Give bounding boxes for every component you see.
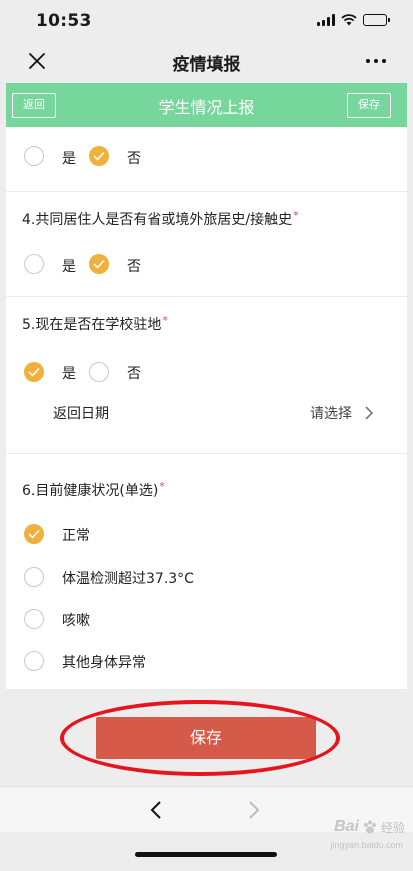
q4-title-text: 4.共同居住人是否有省或境外旅居史/接触史	[22, 212, 293, 228]
watermark: Bai 经验	[334, 818, 405, 836]
header-save-button[interactable]: 保存	[347, 93, 391, 118]
q5-option-no-label: 否	[127, 366, 141, 382]
watermark-url: jingyan.baidu.com	[330, 840, 403, 850]
q4-option-yes-label: 是	[62, 259, 76, 275]
check-icon	[28, 529, 40, 539]
cellular-signal-icon	[317, 14, 335, 26]
watermark-text: 经验	[380, 820, 405, 835]
check-icon	[93, 151, 105, 161]
status-time: 10:53	[36, 11, 92, 31]
q5-option-yes-label: 是	[62, 366, 76, 382]
highlight-annotation	[60, 700, 340, 776]
required-marker: *	[293, 209, 299, 222]
q4-option-no-label: 否	[127, 259, 141, 275]
status-bar: 10:53	[0, 0, 413, 44]
q6-option-cough-radio[interactable]	[24, 609, 44, 629]
q6-option-other-label: 其他身体异常	[62, 655, 146, 671]
q6-title-text: 6.目前健康状况(单选)	[22, 483, 159, 499]
question-3: 是 否	[6, 127, 407, 191]
status-icons	[317, 14, 390, 26]
chevron-left-icon[interactable]	[150, 800, 162, 820]
required-marker: *	[159, 480, 165, 493]
q6-option-normal-radio[interactable]	[24, 524, 44, 544]
q6-option-fever-label: 体温检测超过37.3°C	[62, 571, 194, 587]
q3-option-yes-radio[interactable]	[24, 146, 44, 166]
q4-title: 4.共同居住人是否有省或境外旅居史/接触史*	[22, 209, 299, 229]
check-icon	[93, 259, 105, 269]
watermark-logo: Bai	[334, 818, 359, 835]
q6-option-cough-label: 咳嗽	[62, 613, 90, 629]
required-marker: *	[162, 314, 168, 327]
q6-option-fever-radio[interactable]	[24, 567, 44, 587]
chevron-right-icon[interactable]	[364, 405, 374, 421]
question-4: 4.共同居住人是否有省或境外旅居史/接触史* 是 否	[6, 192, 407, 296]
q6-option-other-radio[interactable]	[24, 651, 44, 671]
check-icon	[28, 367, 40, 377]
paw-icon	[363, 820, 376, 834]
q4-option-yes-radio[interactable]	[24, 254, 44, 274]
return-date-picker[interactable]: 请选择	[310, 403, 352, 423]
chevron-right-icon[interactable]	[248, 800, 260, 820]
return-date-label: 返回日期	[53, 406, 109, 422]
nav-title: 疫情填报	[172, 55, 241, 75]
q5-title-text: 5.现在是否在学校驻地	[22, 317, 162, 333]
nav-bar: 疫情填报	[0, 44, 413, 82]
q6-option-normal-label: 正常	[62, 528, 90, 544]
wifi-icon	[341, 14, 357, 26]
q6-title: 6.目前健康状况(单选)*	[22, 480, 165, 500]
battery-icon	[363, 14, 390, 26]
form-header: 返回 学生情况上报 保存	[6, 83, 407, 127]
more-icon[interactable]	[365, 52, 387, 70]
q3-option-no-radio[interactable]	[89, 146, 109, 166]
q5-option-yes-radio[interactable]	[24, 362, 44, 382]
q3-option-yes-label: 是	[62, 151, 76, 167]
question-6: 6.目前健康状况(单选)* 正常 体温检测超过37.3°C 咳嗽 其他身体异常	[6, 454, 407, 689]
q5-title: 5.现在是否在学校驻地*	[22, 314, 168, 334]
form-content: 是 否 4.共同居住人是否有省或境外旅居史/接触史* 是 否 5.现在是否在学校…	[6, 127, 407, 689]
q5-option-no-radio[interactable]	[89, 362, 109, 382]
q4-option-no-radio[interactable]	[89, 254, 109, 274]
q3-option-no-label: 否	[127, 151, 141, 167]
question-5: 5.现在是否在学校驻地* 是 否 返回日期 请选择	[6, 297, 407, 453]
home-indicator	[135, 852, 277, 857]
